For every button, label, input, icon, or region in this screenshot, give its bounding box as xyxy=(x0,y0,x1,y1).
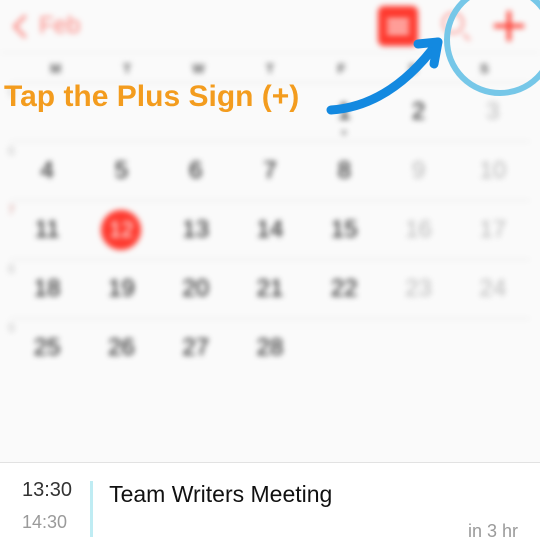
day-cell[interactable]: 8 xyxy=(307,142,381,200)
back-label: Feb xyxy=(39,12,80,40)
chevron-left-icon xyxy=(12,14,36,38)
event-row[interactable]: 13:30 14:30 Team Writers Meeting in 3 hr xyxy=(0,462,540,558)
day-cell[interactable]: 12 xyxy=(84,201,158,259)
week-number: 6 xyxy=(8,144,15,158)
day-cell xyxy=(233,83,307,141)
dow-label: M xyxy=(20,61,91,76)
view-mode-button[interactable] xyxy=(378,6,418,46)
event-color-bar xyxy=(90,481,93,537)
day-cell[interactable]: 7 xyxy=(233,142,307,200)
day-cell[interactable]: 16 xyxy=(381,201,455,259)
day-cell[interactable]: 6 xyxy=(159,142,233,200)
list-icon-line xyxy=(387,19,409,22)
back-button[interactable]: Feb xyxy=(16,12,80,40)
day-cell[interactable]: 22 xyxy=(307,260,381,318)
day-cell[interactable]: 27 xyxy=(159,319,233,377)
dow-label: T xyxy=(234,61,305,76)
day-cell xyxy=(307,319,381,377)
dow-label: S xyxy=(449,61,520,76)
event-start: 13:30 xyxy=(22,479,72,502)
week-row: 711 12 1314151617 xyxy=(10,200,530,259)
day-cell[interactable]: 13 xyxy=(159,201,233,259)
day-cell[interactable]: 5 xyxy=(84,142,158,200)
day-of-week-header: M T W T F S S xyxy=(0,53,540,82)
day-cell[interactable]: 17 xyxy=(456,201,530,259)
day-cell xyxy=(84,83,158,141)
week-number: 7 xyxy=(8,203,15,217)
week-row: 818192021222324 xyxy=(10,259,530,318)
dow-label: W xyxy=(163,61,234,76)
list-icon-line xyxy=(387,25,409,28)
week-number: 8 xyxy=(8,262,15,276)
search-icon[interactable] xyxy=(442,12,470,40)
day-cell[interactable]: 14 xyxy=(233,201,307,259)
day-cell[interactable]: 26 xyxy=(84,319,158,377)
add-event-button[interactable] xyxy=(494,11,524,41)
nav-bar: Feb xyxy=(0,0,540,53)
dow-label: S xyxy=(377,61,448,76)
week-row: 925262728 xyxy=(10,318,530,377)
day-cell xyxy=(10,83,84,141)
day-cell xyxy=(159,83,233,141)
event-times: 13:30 14:30 xyxy=(22,479,72,533)
selected-day: 12 xyxy=(101,210,141,250)
day-cell[interactable]: 24 xyxy=(456,260,530,318)
month-grid: 5123645678910711121314151617818192021222… xyxy=(0,82,540,377)
day-cell[interactable]: 21 xyxy=(233,260,307,318)
day-cell xyxy=(456,319,530,377)
day-cell[interactable]: 23 xyxy=(381,260,455,318)
screen: { "annotation": { "caption": "Tap the Pl… xyxy=(0,0,540,558)
week-number: 9 xyxy=(8,321,15,335)
event-title: Team Writers Meeting xyxy=(109,481,518,508)
day-cell xyxy=(381,319,455,377)
day-cell[interactable]: 9 xyxy=(381,142,455,200)
day-cell[interactable]: 4 xyxy=(10,142,84,200)
day-cell[interactable]: 11 xyxy=(10,201,84,259)
day-cell[interactable]: 20 xyxy=(159,260,233,318)
list-icon-line xyxy=(387,31,409,34)
nav-actions xyxy=(378,6,524,46)
dow-label: T xyxy=(91,61,162,76)
day-cell[interactable]: 18 xyxy=(10,260,84,318)
week-row: 645678910 xyxy=(10,141,530,200)
day-cell[interactable]: 10 xyxy=(456,142,530,200)
day-cell[interactable]: 28 xyxy=(233,319,307,377)
day-cell[interactable]: 3 xyxy=(456,83,530,141)
event-relative-time: in 3 hr xyxy=(468,521,518,542)
event-end: 14:30 xyxy=(22,512,72,533)
day-cell[interactable]: 2 xyxy=(381,83,455,141)
day-cell[interactable]: 25 xyxy=(10,319,84,377)
week-number: 5 xyxy=(8,85,15,99)
day-cell[interactable]: 15 xyxy=(307,201,381,259)
dow-label: F xyxy=(306,61,377,76)
day-cell[interactable]: 1 xyxy=(307,83,381,141)
week-row: 5 123 xyxy=(10,82,530,141)
day-cell[interactable]: 19 xyxy=(84,260,158,318)
